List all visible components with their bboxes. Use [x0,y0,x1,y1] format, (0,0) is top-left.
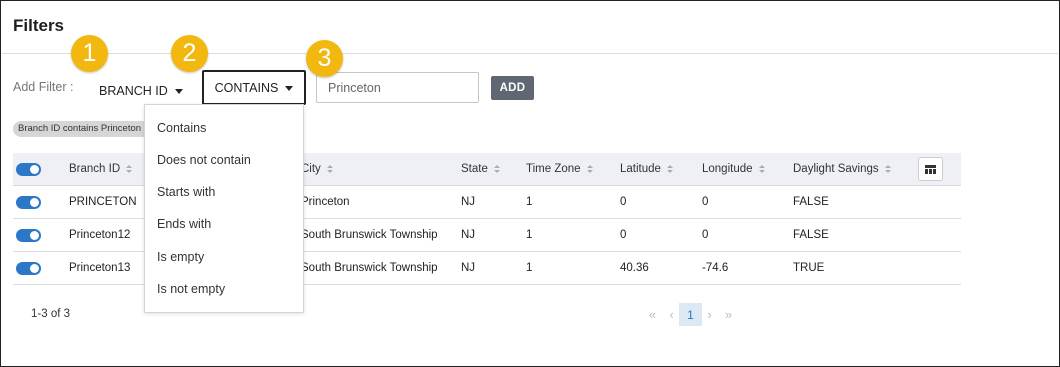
divider [2,53,1058,54]
table-columns-icon [925,164,936,174]
column-chooser-button[interactable] [918,157,943,181]
toggle-icon [16,261,41,275]
add-filter-button[interactable]: ADD [491,76,534,100]
cell-state: NJ [461,196,476,208]
menu-item-ends-with[interactable]: Ends with [145,212,303,236]
sort-icon [493,165,500,173]
sort-icon [126,165,133,173]
column-header-state[interactable]: State [461,153,500,185]
sort-icon [884,165,891,173]
column-header-time-zone[interactable]: Time Zone [526,153,593,185]
caret-down-icon [174,88,183,94]
pagination-summary: 1-3 of 3 [31,308,70,320]
operator-dropdown[interactable]: CONTAINS [202,70,306,105]
cell-latitude: 0 [620,229,627,241]
sort-icon [586,165,593,173]
first-page-button[interactable]: « [641,303,664,326]
column-header-longitude[interactable]: Longitude [702,153,765,185]
callout-badge-3: 3 [306,40,343,77]
menu-item-is-not-empty[interactable]: Is not empty [145,277,303,301]
cell-city: Princeton [301,196,350,208]
page-button-current[interactable]: 1 [679,303,702,326]
toggle-icon [16,228,41,242]
menu-item-contains[interactable]: Contains [145,116,303,140]
column-header-city[interactable]: City [301,153,333,185]
active-filter-chip[interactable]: Branch ID contains Princeton [13,121,148,137]
sort-icon [758,165,765,173]
cell-latitude: 40.36 [620,262,649,274]
pagination: « ‹ 1 › » [641,303,740,326]
row-toggle[interactable] [16,186,41,218]
cell-city: South Brunswick Township [301,262,438,274]
sort-icon [666,165,673,173]
cell-longitude: 0 [702,229,709,241]
cell-longitude: -74.6 [702,262,729,274]
toggle-icon [16,195,41,209]
page-title: Filters [13,16,65,35]
menu-item-does-not-contain[interactable]: Does not contain [145,148,303,172]
cell-longitude: 0 [702,196,709,208]
callout-badge-1: 1 [71,35,108,72]
operator-dropdown-label: CONTAINS [214,81,279,95]
column-header-daylight-savings[interactable]: Daylight Savings [793,153,891,185]
cell-daylight-savings: FALSE [793,196,829,208]
cell-time-zone: 1 [526,262,533,274]
cell-time-zone: 1 [526,196,533,208]
callout-badge-2: 2 [171,35,208,72]
next-page-button[interactable]: › [702,303,717,326]
sort-icon [326,165,333,173]
cell-state: NJ [461,229,476,241]
field-dropdown[interactable]: BRANCH ID [99,84,183,98]
toggle-all-switch[interactable] [16,153,41,185]
cell-branch-id: Princeton12 [69,229,131,241]
row-toggle[interactable] [16,219,41,251]
column-header-branch-id[interactable]: Branch ID [69,153,133,185]
last-page-button[interactable]: » [717,303,740,326]
cell-state: NJ [461,262,476,274]
operator-dropdown-menu: Contains Does not contain Starts with En… [144,104,304,313]
filters-panel: Filters Add Filter : BRANCH ID CONTAINS … [0,0,1060,367]
add-filter-label: Add Filter : [13,80,74,94]
filter-value-input[interactable] [316,72,479,103]
toggle-icon [16,162,41,176]
cell-time-zone: 1 [526,229,533,241]
cell-daylight-savings: FALSE [793,229,829,241]
caret-down-icon [285,85,294,91]
cell-branch-id: PRINCETON [69,196,137,208]
cell-daylight-savings: TRUE [793,262,825,274]
cell-city: South Brunswick Township [301,229,438,241]
row-toggle[interactable] [16,252,41,284]
cell-branch-id: Princeton13 [69,262,131,274]
menu-item-is-empty[interactable]: Is empty [145,245,303,269]
cell-latitude: 0 [620,196,627,208]
prev-page-button[interactable]: ‹ [664,303,679,326]
column-header-latitude[interactable]: Latitude [620,153,673,185]
field-dropdown-label: BRANCH ID [99,84,168,98]
menu-item-starts-with[interactable]: Starts with [145,180,303,204]
